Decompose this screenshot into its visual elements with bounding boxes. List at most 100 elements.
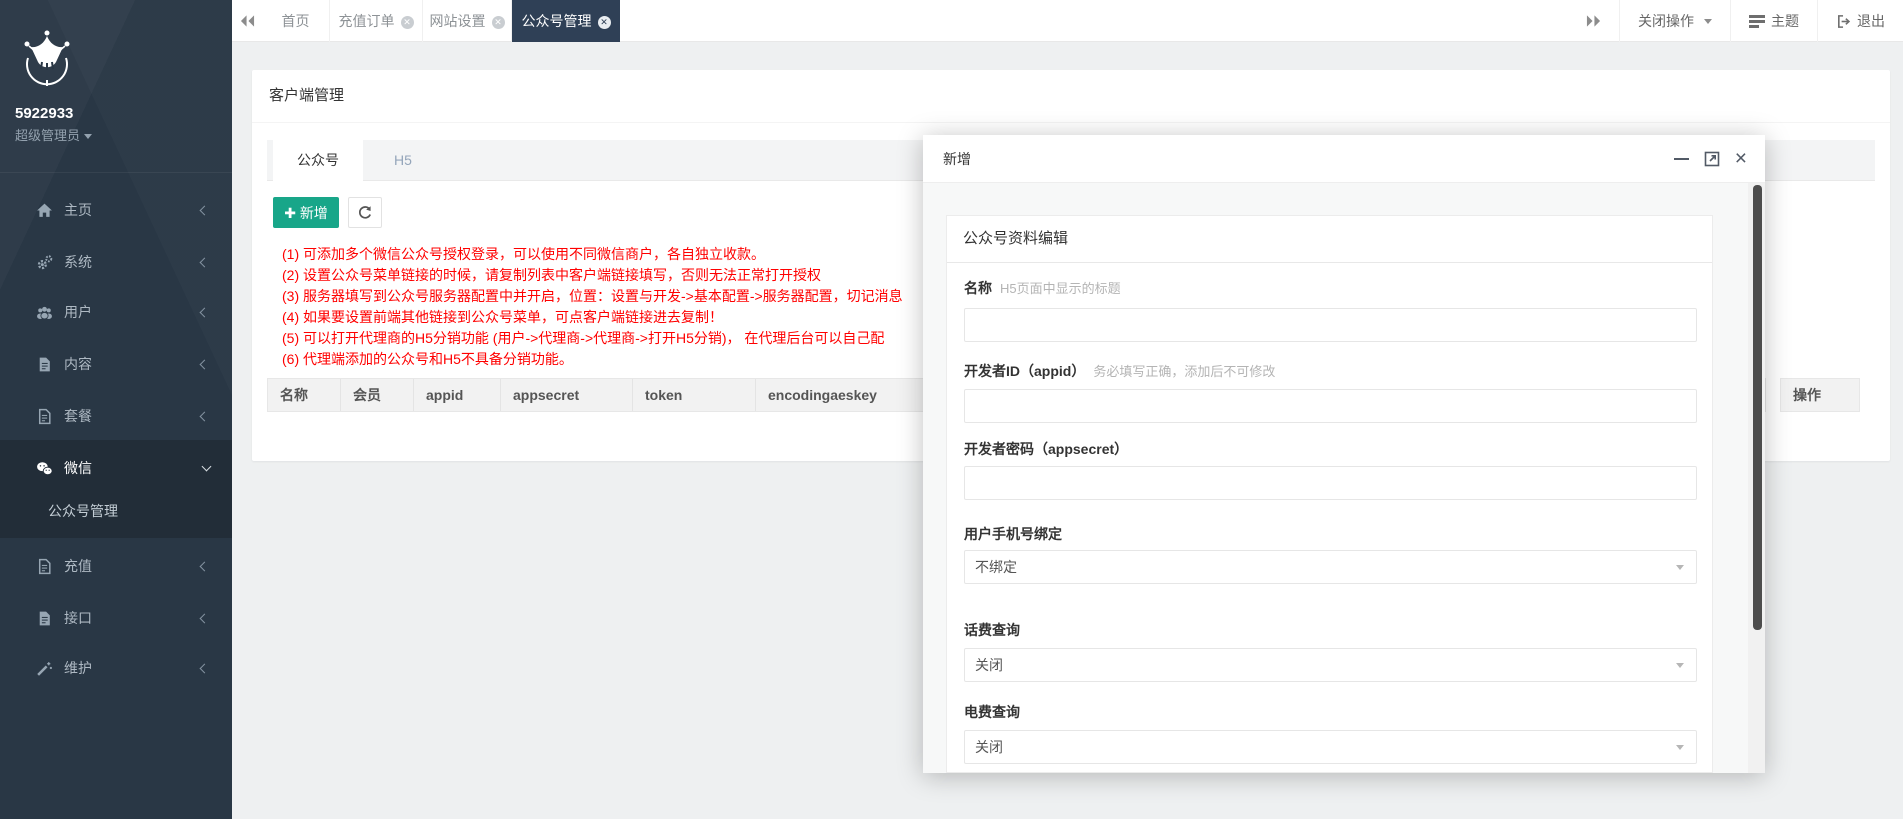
name-input[interactable] [964,308,1697,342]
sidebar-item-system[interactable]: 系统 [0,241,232,283]
divider [252,122,1890,123]
caret-down-icon [1676,663,1684,668]
collapse-tabs-button[interactable] [232,0,262,42]
divider [0,172,232,173]
caret-down-icon [1676,745,1684,750]
dialog-body: 公众号资料编辑 名称H5页面中显示的标题 开发者ID（appid）务必填写正确，… [923,183,1765,773]
chevron-left-icon [200,258,210,268]
tab-h5[interactable]: H5 [363,140,443,181]
form-section-title: 公众号资料编辑 [963,216,1068,262]
tab-official-account[interactable]: 公众号 [273,140,363,181]
notice-list: (1) 可添加多个微信公众号授权登录，可以使用不同微信商户，各自独立收款。 (2… [282,244,903,370]
official-account-form: 公众号资料编辑 名称H5页面中显示的标题 开发者ID（appid）务必填写正确，… [946,215,1713,773]
topbar-actions: 关闭操作 主题 退出 [1568,0,1903,42]
sidebar-item-home[interactable]: 主页 [0,189,232,231]
sidebar-subitem-official-accounts[interactable]: 公众号管理 [0,491,232,531]
close-tab-icon[interactable]: ✕ [492,16,505,29]
add-dialog: 新增 × 公众号资料编辑 名称H5页面中显示的标题 开发者ID（appid）务必… [923,135,1765,773]
column-header-appid: appid [414,379,501,411]
minimize-icon[interactable] [1674,158,1689,160]
document-icon [36,408,53,425]
column-header-name: 名称 [268,379,341,411]
chevron-left-icon [200,308,210,318]
theme-icon [1749,15,1765,28]
field-label-appsecret: 开发者密码（appsecret） [964,440,1128,458]
close-operations-dropdown[interactable]: 关闭操作 [1619,0,1730,42]
theme-button[interactable]: 主题 [1730,0,1817,42]
tab-site-settings[interactable]: 网站设置✕ [423,0,512,42]
gears-icon [36,254,53,271]
sidebar-item-api[interactable]: 接口 [0,597,232,639]
electricity-query-select[interactable]: 关闭 [964,730,1697,764]
scrollbar-thumb[interactable] [1753,185,1762,630]
field-label-name: 名称H5页面中显示的标题 [964,279,1121,297]
field-hint: 务必填写正确，添加后不可修改 [1093,364,1275,379]
caret-down-icon [84,134,92,139]
plus-icon: ✚ [284,205,296,221]
chevron-left-icon [200,562,210,572]
chevron-left-icon [200,614,210,624]
home-icon [36,202,53,219]
refresh-button[interactable] [348,197,382,228]
notice-line: (6) 代理端添加的公众号和H5不具备分销功能。 [282,349,903,370]
user-id: 5922933 [15,105,73,122]
close-icon[interactable]: × [1735,149,1747,169]
column-header-appsecret: appsecret [501,379,633,411]
sidebar-group-wechat: 微信 公众号管理 [0,440,232,538]
appid-input[interactable] [964,389,1697,423]
tab-home[interactable]: 首页 [262,0,330,42]
dialog-scrollbar[interactable] [1748,183,1765,773]
tab-official-accounts[interactable]: 公众号管理✕ [512,0,620,42]
field-label-appid: 开发者ID（appid）务必填写正确，添加后不可修改 [964,362,1275,380]
topbar: 首页 充值订单✕ 网站设置✕ 公众号管理✕ 关闭操作 主题 退出 [232,0,1903,42]
field-label-phone-bill-query: 话费查询 [964,621,1020,639]
document-icon [36,558,53,575]
sidebar-item-content[interactable]: 内容 [0,343,232,385]
tab-bar: 首页 充值订单✕ 网站设置✕ 公众号管理✕ [262,0,620,42]
double-chevron-right-icon [1586,14,1601,28]
expand-tabs-button[interactable] [1568,0,1619,42]
column-header-member: 会员 [341,379,414,411]
maximize-icon[interactable] [1704,151,1720,167]
caret-down-icon [1676,565,1684,570]
field-hint: H5页面中显示的标题 [1000,281,1121,296]
wechat-icon [36,460,53,477]
phone-bill-query-select[interactable]: 关闭 [964,648,1697,682]
tab-recharge-orders[interactable]: 充值订单✕ [330,0,423,42]
sidebar-item-maintenance[interactable]: 维护 [0,647,232,689]
sidebar-item-wechat[interactable]: 微信 [0,447,232,489]
sidebar-item-users[interactable]: 用户 [0,291,232,333]
add-button[interactable]: ✚ 新增 [273,197,339,228]
close-tab-icon[interactable]: ✕ [401,16,414,29]
logout-icon [1836,14,1851,29]
sidebar-item-recharge[interactable]: 充值 [0,545,232,587]
double-chevron-left-icon [240,14,255,28]
appsecret-input[interactable] [964,466,1697,500]
logout-button[interactable]: 退出 [1817,0,1903,42]
app-root: 5922933 超级管理员 主页 系统 用户 内容 套餐 微信 [0,0,1903,819]
field-label-phone-binding: 用户手机号绑定 [964,525,1062,543]
dialog-header: 新增 × [923,135,1765,183]
close-tab-icon[interactable]: ✕ [598,16,611,29]
dialog-controls: × [1674,135,1747,183]
divider [947,262,1712,263]
column-header-actions: 操作 [1780,378,1860,412]
notice-line: (5) 可以打开代理商的H5分销功能 (用户->代理商->代理商->打开H5分销… [282,328,903,349]
field-label-electricity-query: 电费查询 [964,703,1020,721]
user-role-dropdown[interactable]: 超级管理员 [15,125,92,144]
column-header-token: token [633,379,756,411]
phone-binding-select[interactable]: 不绑定 [964,550,1697,584]
refresh-icon [357,205,373,221]
document-icon [36,610,53,627]
chevron-left-icon [200,206,210,216]
notice-line: (3) 服务器填写到公众号服务器配置中并开启，位置：设置与开发->基本配置->服… [282,286,903,307]
sidebar-item-package[interactable]: 套餐 [0,395,232,437]
notice-line: (4) 如果要设置前端其他链接到公众号菜单，可点客户端链接进去复制！ [282,307,903,328]
chevron-left-icon [200,360,210,370]
chevron-left-icon [200,664,210,674]
chevron-down-icon [202,462,212,472]
document-icon [36,356,53,373]
notice-line: (1) 可添加多个微信公众号授权登录，可以使用不同微信商户，各自独立收款。 [282,244,903,265]
wand-icon [36,660,53,677]
crown-logo-icon [16,28,78,102]
